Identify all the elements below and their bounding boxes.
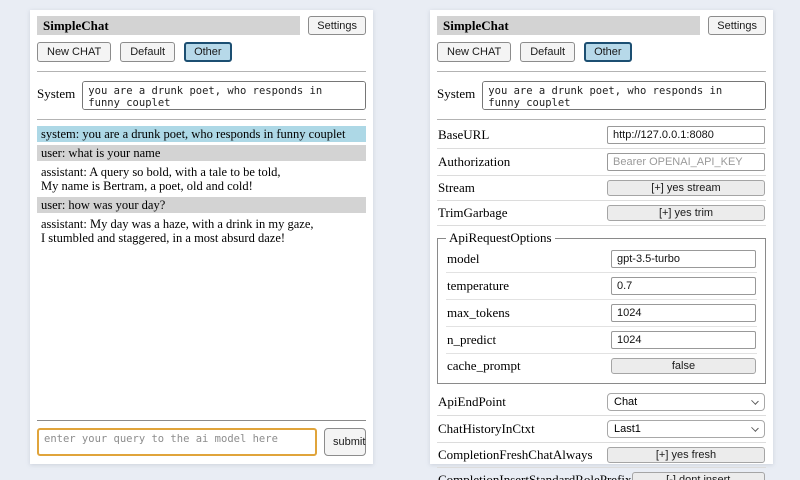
temperature-label: temperature [447, 278, 509, 294]
authorization-row: Authorization [437, 149, 766, 176]
app-title: SimpleChat [37, 16, 300, 35]
system-prompt-label: System [437, 81, 475, 102]
chevron-down-icon [751, 424, 759, 432]
completion-insert-standard-role-prefix-label: CompletionInsertStandardRolePrefix [438, 472, 632, 480]
session-button-default[interactable]: Default [120, 42, 175, 62]
chat-history-in-ctxt-select[interactable]: Last1 [607, 420, 765, 438]
authorization-input[interactable] [607, 153, 765, 171]
temperature-row: temperature [446, 273, 757, 300]
stream-toggle-button[interactable]: [+] yes stream [607, 180, 765, 196]
api-endpoint-select[interactable]: Chat [607, 393, 765, 411]
api-request-options-fieldset: ApiRequestOptions model temperature max_… [437, 230, 766, 384]
divider [37, 71, 366, 72]
system-prompt-input[interactable]: you are a drunk poet, who responds in fu… [82, 81, 366, 110]
settings-button[interactable]: Settings [308, 16, 366, 35]
user-query-input[interactable] [37, 428, 317, 456]
new-chat-button[interactable]: New CHAT [37, 42, 111, 62]
system-prompt-input[interactable]: you are a drunk poet, who responds in fu… [482, 81, 766, 110]
chat-message-assistant: assistant: A query so bold, with a tale … [37, 164, 366, 194]
chat-message-user: user: how was your day? [37, 197, 366, 213]
chat-message-user: user: what is your name [37, 145, 366, 161]
completion-insert-standard-role-prefix-row: CompletionInsertStandardRolePrefix [-] d… [437, 468, 766, 480]
settings-panel: SimpleChat Settings New CHAT Default Oth… [430, 10, 773, 464]
header-row: SimpleChat Settings [437, 16, 766, 35]
trim-garbage-row: TrimGarbage [+] yes trim [437, 201, 766, 226]
max-tokens-label: max_tokens [447, 305, 510, 321]
divider [37, 119, 366, 120]
authorization-label: Authorization [438, 154, 510, 170]
model-label: model [447, 251, 480, 267]
session-row: New CHAT Default Other [437, 42, 766, 62]
chat-panel: SimpleChat Settings New CHAT Default Oth… [30, 10, 373, 464]
chat-log: system: you are a drunk poet, who respon… [37, 126, 366, 420]
api-endpoint-row: ApiEndPoint Chat [437, 389, 766, 416]
query-row: submit [37, 428, 366, 456]
api-endpoint-selected-value: Chat [614, 396, 637, 408]
session-row: New CHAT Default Other [37, 42, 366, 62]
completion-fresh-chat-always-label: CompletionFreshChatAlways [438, 447, 593, 463]
submit-button[interactable]: submit [324, 428, 366, 456]
api-request-options-legend: ApiRequestOptions [446, 230, 555, 246]
settings-button[interactable]: Settings [708, 16, 766, 35]
api-endpoint-label: ApiEndPoint [438, 394, 506, 410]
cache-prompt-label: cache_prompt [447, 358, 521, 374]
divider [437, 119, 766, 120]
session-button-default[interactable]: Default [520, 42, 575, 62]
completion-insert-standard-role-prefix-toggle-button[interactable]: [-] dont insert [632, 472, 765, 480]
session-button-other[interactable]: Other [584, 42, 632, 62]
max-tokens-input[interactable] [611, 304, 756, 322]
chat-message-system: system: you are a drunk poet, who respon… [37, 126, 366, 142]
max-tokens-row: max_tokens [446, 300, 757, 327]
divider [37, 420, 366, 421]
base-url-row: BaseURL [437, 122, 766, 149]
model-row: model [446, 246, 757, 273]
chevron-down-icon [751, 397, 759, 405]
cache-prompt-row: cache_prompt false [446, 354, 757, 378]
session-button-other[interactable]: Other [184, 42, 232, 62]
cache-prompt-toggle-button[interactable]: false [611, 358, 756, 374]
chat-history-in-ctxt-row: ChatHistoryInCtxt Last1 [437, 416, 766, 443]
system-prompt-row: System you are a drunk poet, who respond… [37, 81, 366, 110]
chat-history-selected-value: Last1 [614, 423, 641, 435]
n-predict-row: n_predict [446, 327, 757, 354]
base-url-label: BaseURL [438, 127, 489, 143]
chat-message-assistant: assistant: My day was a haze, with a dri… [37, 216, 366, 246]
app-title: SimpleChat [437, 16, 700, 35]
divider [437, 71, 766, 72]
header-row: SimpleChat Settings [37, 16, 366, 35]
system-prompt-row: System you are a drunk poet, who respond… [437, 81, 766, 110]
base-url-input[interactable] [607, 126, 765, 144]
stream-row: Stream [+] yes stream [437, 176, 766, 201]
temperature-input[interactable] [611, 277, 756, 295]
system-prompt-label: System [37, 81, 75, 102]
model-input[interactable] [611, 250, 756, 268]
stream-label: Stream [438, 180, 475, 196]
trim-garbage-label: TrimGarbage [438, 205, 508, 221]
page: SimpleChat Settings New CHAT Default Oth… [0, 0, 800, 480]
n-predict-input[interactable] [611, 331, 756, 349]
new-chat-button[interactable]: New CHAT [437, 42, 511, 62]
completion-fresh-chat-always-toggle-button[interactable]: [+] yes fresh [607, 447, 765, 463]
n-predict-label: n_predict [447, 332, 496, 348]
chat-history-in-ctxt-label: ChatHistoryInCtxt [438, 421, 535, 437]
completion-fresh-chat-always-row: CompletionFreshChatAlways [+] yes fresh [437, 443, 766, 468]
trim-garbage-toggle-button[interactable]: [+] yes trim [607, 205, 765, 221]
